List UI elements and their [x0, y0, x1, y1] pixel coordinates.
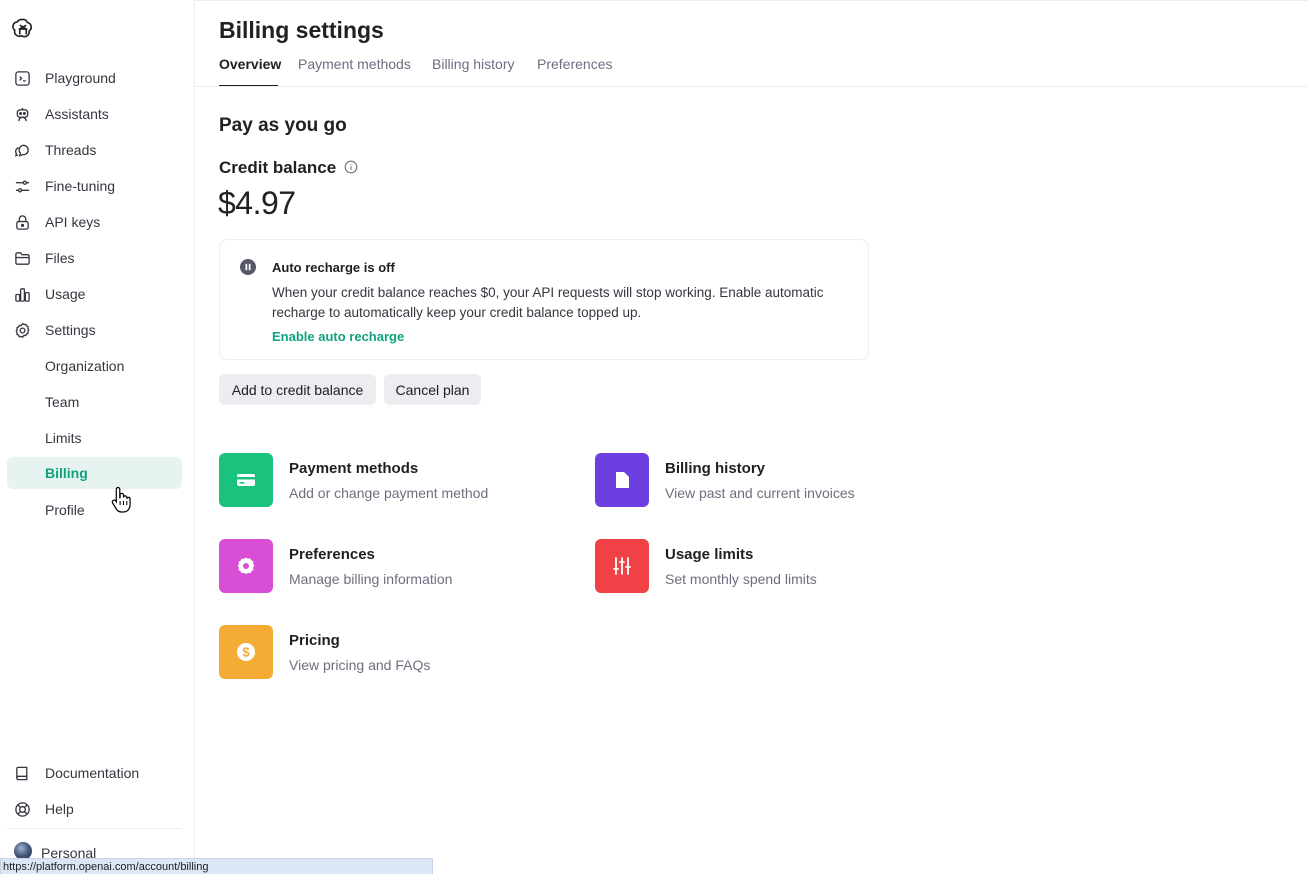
sidebar-item-help[interactable]: Help	[7, 793, 182, 825]
credit-card-icon	[237, 474, 255, 486]
sidebar-item-fine-tuning[interactable]: Fine-tuning	[7, 170, 182, 202]
sidebar-item-playground[interactable]: Playground	[7, 62, 182, 94]
sidebar-item-label: Fine-tuning	[45, 178, 116, 194]
info-icon[interactable]	[344, 160, 358, 174]
folder-icon	[15, 252, 30, 265]
sidebar-item-billing[interactable]: Billing	[7, 457, 182, 489]
card-icon-bg	[595, 453, 649, 507]
main-content: Billing settings Overview Payment method…	[195, 0, 1308, 874]
cancel-plan-button[interactable]: Cancel plan	[384, 374, 481, 405]
credit-balance-label: Credit balance	[219, 158, 337, 177]
top-border	[195, 0, 1308, 1]
pause-icon	[240, 259, 256, 275]
sidebar-item-label: Billing	[45, 465, 88, 481]
card-description: View pricing and FAQs	[289, 657, 431, 673]
sidebar-item-threads[interactable]: Threads	[7, 134, 182, 166]
card-title: Billing history	[665, 460, 766, 477]
card-icon-bg	[595, 539, 649, 593]
tab-payment-methods[interactable]: Payment methods	[298, 56, 411, 72]
sidebar-item-profile[interactable]: Profile	[7, 494, 182, 526]
sliders-icon	[613, 557, 631, 575]
dollar-icon: $	[237, 643, 255, 661]
status-bar-url: https://platform.openai.com/account/bill…	[0, 858, 433, 874]
sidebar-item-label: Playground	[45, 70, 116, 86]
sidebar-item-label: Files	[45, 250, 75, 266]
sidebar-item-label: Assistants	[45, 106, 109, 122]
card-icon-bg	[219, 453, 273, 507]
sidebar-item-documentation[interactable]: Documentation	[7, 757, 182, 789]
lifebuoy-icon	[15, 802, 30, 817]
bar-chart-icon	[15, 288, 30, 302]
sidebar-item-files[interactable]: Files	[7, 242, 182, 274]
card-description: View past and current invoices	[665, 485, 855, 501]
page-title: Billing settings	[219, 17, 384, 43]
card-title: Pricing	[289, 632, 340, 649]
terminal-icon	[15, 71, 30, 86]
sidebar-item-label: Profile	[45, 502, 85, 518]
notice-title: Auto recharge is off	[272, 260, 395, 275]
tab-overview[interactable]: Overview	[219, 56, 281, 72]
sidebar-item-limits[interactable]: Limits	[7, 422, 182, 454]
sidebar-item-organization[interactable]: Organization	[7, 350, 182, 382]
sidebar-item-label: Documentation	[45, 765, 140, 781]
robot-icon	[16, 107, 29, 122]
card-preferences[interactable]: Preferences Manage billing information	[219, 539, 549, 595]
sidebar: Playground Assistants Threads Fine-tunin…	[0, 0, 195, 874]
gear-icon	[15, 322, 30, 339]
card-icon-bg	[219, 539, 273, 593]
sidebar-item-label: Team	[45, 394, 80, 410]
sidebar-item-label: Threads	[45, 142, 97, 158]
svg-text:$: $	[242, 645, 250, 660]
tab-billing-history[interactable]: Billing history	[432, 56, 514, 72]
sidebar-item-label: API keys	[45, 214, 101, 230]
sidebar-item-label: Settings	[45, 322, 96, 338]
sidebar-divider	[7, 828, 182, 829]
card-description: Add or change payment method	[289, 485, 489, 501]
document-icon	[616, 472, 629, 488]
auto-recharge-notice: Auto recharge is off When your credit ba…	[219, 239, 869, 360]
sidebar-item-api-keys[interactable]: API keys	[7, 206, 182, 238]
card-title: Usage limits	[665, 546, 754, 563]
sidebar-item-label: Organization	[45, 358, 125, 374]
enable-auto-recharge-link[interactable]: Enable auto recharge	[272, 329, 404, 344]
sidebar-item-team[interactable]: Team	[7, 386, 182, 418]
credit-balance-amount: $4.97	[218, 185, 296, 221]
sliders-icon	[15, 180, 30, 193]
chat-bubbles-icon	[15, 144, 29, 157]
sidebar-item-label: Limits	[45, 430, 82, 446]
card-title: Preferences	[289, 546, 375, 563]
book-icon	[16, 766, 28, 781]
card-pricing[interactable]: $ Pricing View pricing and FAQs	[219, 625, 549, 681]
plan-title: Pay as you go	[219, 115, 347, 136]
card-description: Set monthly spend limits	[665, 571, 817, 587]
lock-icon	[16, 215, 29, 230]
card-billing-history[interactable]: Billing history View past and current in…	[595, 453, 925, 509]
card-usage-limits[interactable]: Usage limits Set monthly spend limits	[595, 539, 925, 595]
sidebar-item-label: Help	[45, 801, 74, 817]
add-to-credit-balance-button[interactable]: Add to credit balance	[219, 374, 376, 405]
card-payment-methods[interactable]: Payment methods Add or change payment me…	[219, 453, 549, 509]
sidebar-item-usage[interactable]: Usage	[7, 278, 182, 310]
card-title: Payment methods	[289, 460, 419, 477]
tab-preferences[interactable]: Preferences	[537, 56, 612, 72]
sidebar-item-settings[interactable]: Settings	[7, 314, 182, 346]
gear-icon	[237, 557, 255, 575]
sidebar-item-label: Usage	[45, 286, 86, 302]
card-description: Manage billing information	[289, 571, 453, 587]
notice-text: When your credit balance reaches $0, you…	[272, 285, 824, 320]
tabs-divider	[195, 86, 1308, 87]
sidebar-item-assistants[interactable]: Assistants	[7, 98, 182, 130]
openai-logo-icon[interactable]	[10, 16, 36, 42]
card-icon-bg: $	[219, 625, 273, 679]
